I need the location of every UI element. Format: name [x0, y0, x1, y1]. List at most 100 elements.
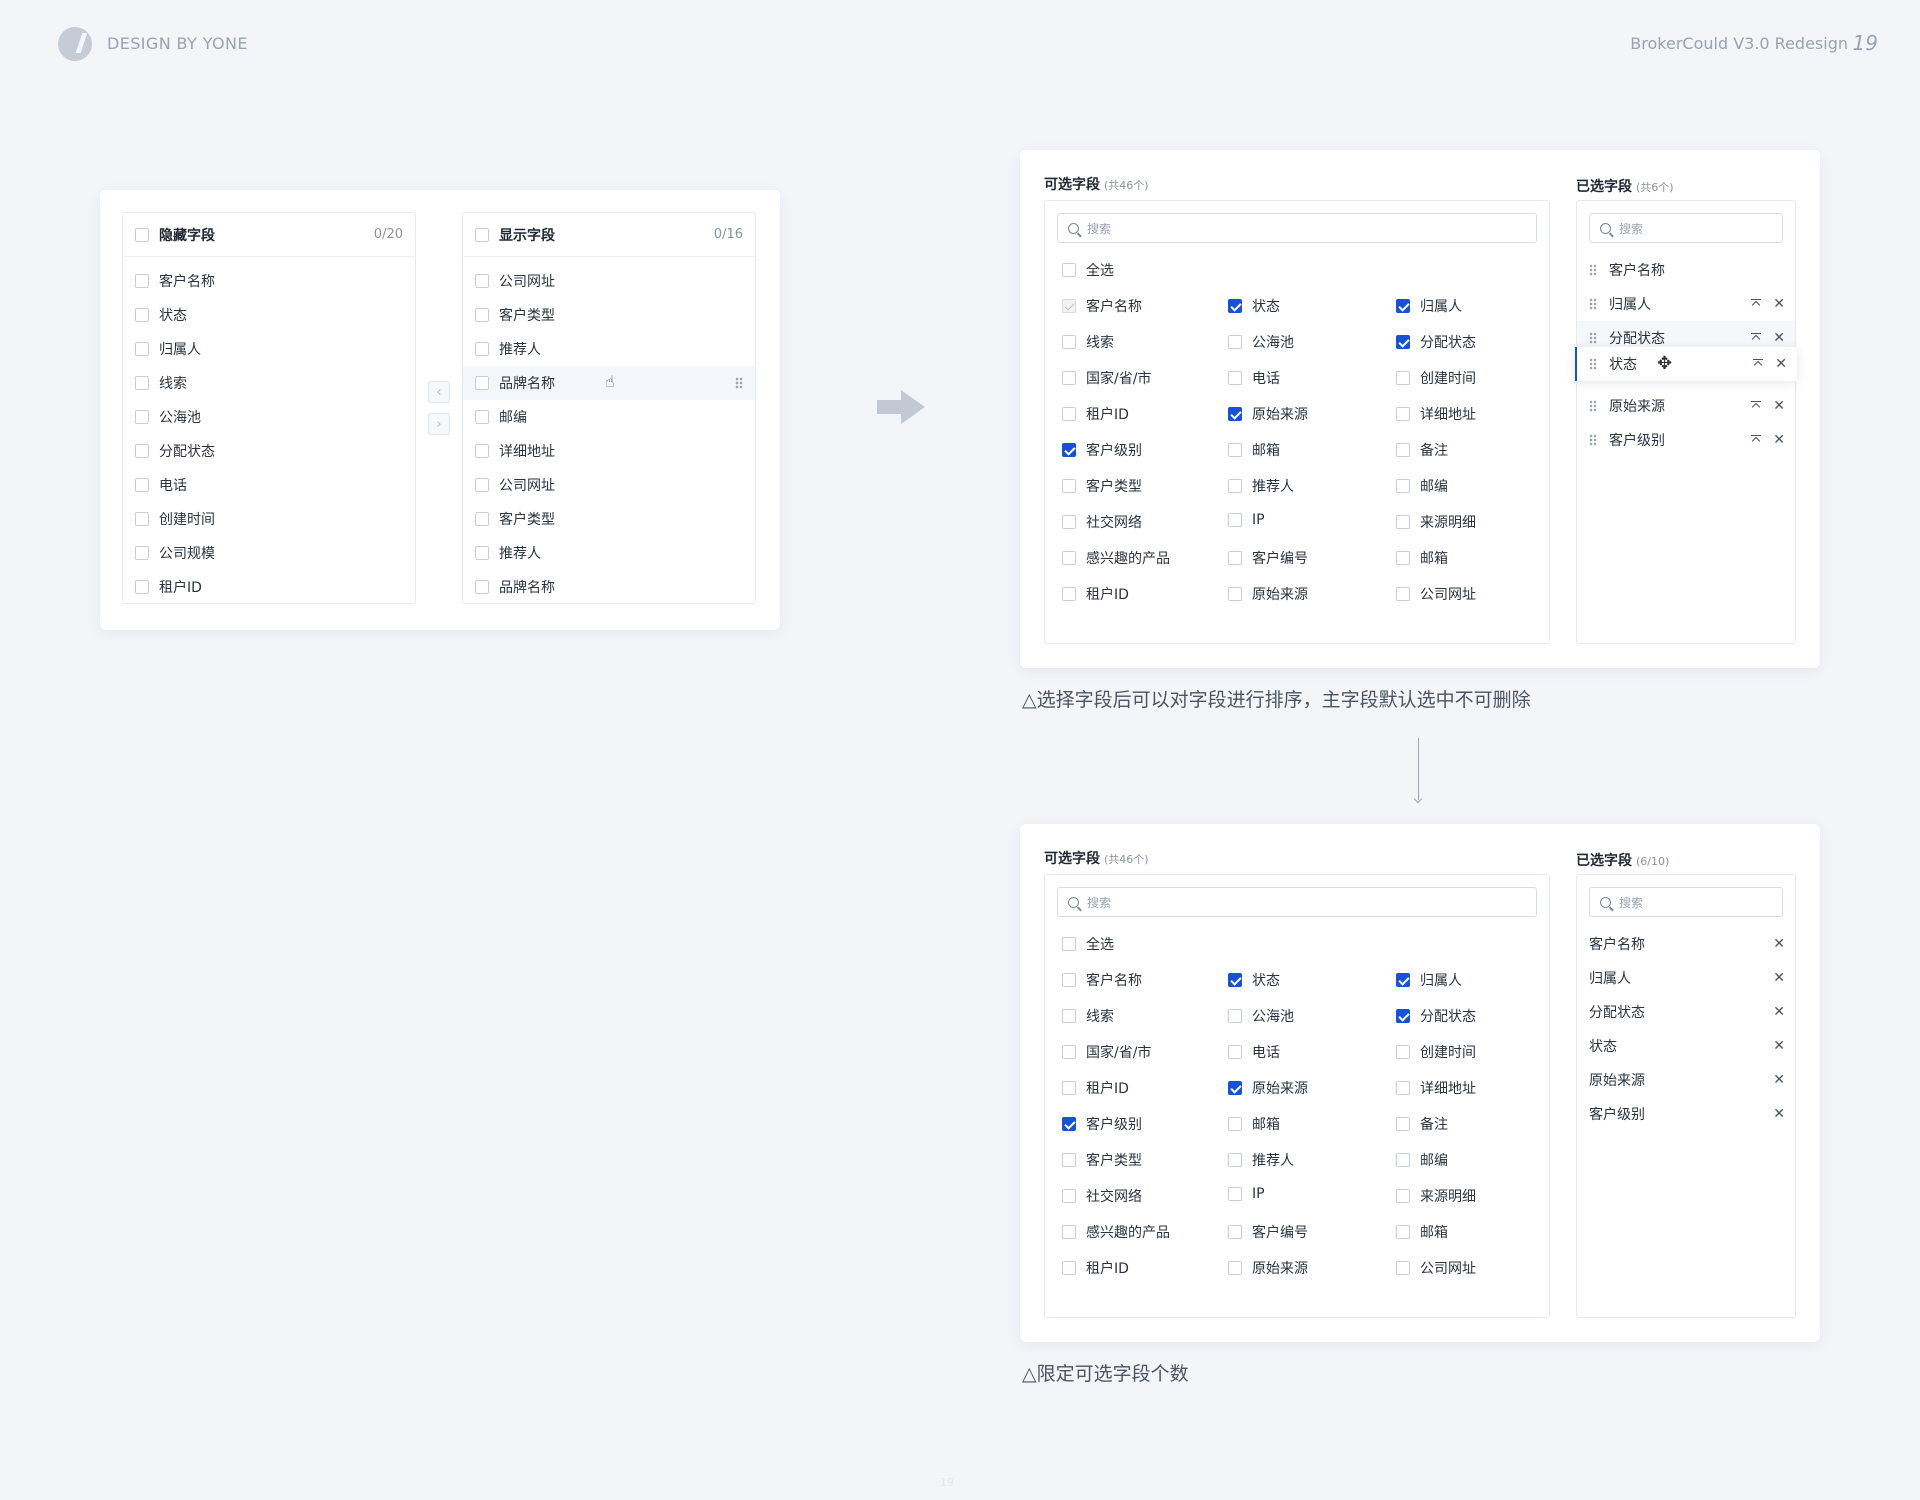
selected-field-item[interactable]: 分配状态 ✕	[1577, 995, 1795, 1029]
shown-field-item[interactable]: 品牌名称 ☝	[463, 366, 755, 400]
field-option[interactable]: 邮编	[1396, 1150, 1448, 1170]
field-option[interactable]: 电话	[1228, 368, 1280, 388]
field-option[interactable]: 分配状态	[1396, 1006, 1476, 1026]
remove-icon[interactable]: ✕	[1773, 433, 1785, 447]
field-option[interactable]: 原始来源	[1228, 1078, 1308, 1098]
field-checkbox[interactable]	[1228, 551, 1242, 565]
field-checkbox[interactable]	[1062, 1009, 1076, 1023]
drag-handle-icon[interactable]	[1589, 400, 1597, 412]
field-option[interactable]: 感兴趣的产品	[1062, 548, 1170, 568]
remove-icon[interactable]: ✕	[1773, 1039, 1785, 1053]
drag-handle-icon[interactable]	[1589, 358, 1597, 370]
selected-search-input[interactable]: 搜索	[1589, 887, 1783, 917]
select-all-checkbox[interactable]: 全选	[1062, 934, 1114, 954]
remove-icon[interactable]: ✕	[1773, 399, 1785, 413]
field-option[interactable]: 备注	[1396, 440, 1448, 460]
field-checkbox[interactable]	[1062, 335, 1076, 349]
pin-to-top-icon[interactable]	[1751, 298, 1762, 310]
remove-icon[interactable]: ✕	[1773, 1107, 1785, 1121]
field-checkbox[interactable]	[1228, 1187, 1242, 1201]
shown-field-item[interactable]: 公司网址	[463, 468, 755, 502]
hidden-field-item[interactable]: 创建时间	[123, 502, 415, 536]
move-right-button[interactable]: ›	[428, 413, 450, 435]
field-checkbox[interactable]	[1396, 973, 1410, 987]
field-checkbox[interactable]	[1062, 1117, 1076, 1131]
field-checkbox[interactable]	[475, 274, 489, 288]
field-checkbox[interactable]	[1396, 587, 1410, 601]
field-checkbox[interactable]	[1062, 551, 1076, 565]
hidden-field-item[interactable]: 状态	[123, 298, 415, 332]
field-option[interactable]: 邮箱	[1396, 1222, 1448, 1242]
field-checkbox[interactable]	[1062, 1225, 1076, 1239]
drag-handle-icon[interactable]	[1589, 332, 1597, 344]
field-checkbox[interactable]	[1062, 1261, 1076, 1275]
field-checkbox[interactable]	[1062, 587, 1076, 601]
field-checkbox[interactable]	[1228, 1045, 1242, 1059]
selected-field-item[interactable]: 状态 ✥ ✕	[1575, 347, 1797, 381]
field-option[interactable]: 邮编	[1396, 476, 1448, 496]
field-option[interactable]: 邮箱	[1396, 548, 1448, 568]
field-checkbox[interactable]	[1228, 299, 1242, 313]
field-checkbox[interactable]	[1228, 1117, 1242, 1131]
field-checkbox[interactable]	[1062, 1081, 1076, 1095]
field-option[interactable]: 详细地址	[1396, 1078, 1476, 1098]
pin-to-top-icon[interactable]	[1751, 332, 1762, 344]
drag-handle-icon[interactable]	[1589, 298, 1597, 310]
field-option[interactable]: 推荐人	[1228, 1150, 1294, 1170]
field-checkbox[interactable]	[1228, 1081, 1242, 1095]
field-checkbox[interactable]	[1062, 443, 1076, 457]
field-checkbox[interactable]	[1396, 1117, 1410, 1131]
field-option[interactable]: 来源明细	[1396, 1186, 1476, 1206]
field-option[interactable]: 创建时间	[1396, 368, 1476, 388]
field-option[interactable]: 归属人	[1396, 970, 1462, 990]
selected-field-item[interactable]: 状态 ✕	[1577, 1029, 1795, 1063]
field-checkbox[interactable]	[475, 410, 489, 424]
selected-field-item[interactable]: 归属人 ✕	[1577, 287, 1795, 321]
field-checkbox[interactable]	[1228, 407, 1242, 421]
remove-icon[interactable]: ✕	[1773, 971, 1785, 985]
shown-field-item[interactable]: 详细地址	[463, 434, 755, 468]
field-checkbox[interactable]	[1228, 587, 1242, 601]
field-checkbox[interactable]	[1396, 443, 1410, 457]
field-option[interactable]: 客户类型	[1062, 476, 1142, 496]
pin-to-top-icon[interactable]	[1751, 400, 1762, 412]
shown-fields-select-all-checkbox[interactable]	[475, 227, 489, 242]
field-checkbox[interactable]	[475, 342, 489, 356]
field-checkbox[interactable]	[1228, 1153, 1242, 1167]
hidden-field-item[interactable]: 公司规模	[123, 536, 415, 570]
field-checkbox[interactable]	[1062, 407, 1076, 421]
field-checkbox[interactable]	[475, 580, 489, 594]
field-option[interactable]: 归属人	[1396, 296, 1462, 316]
field-option[interactable]: 客户编号	[1228, 548, 1308, 568]
field-checkbox[interactable]	[1396, 407, 1410, 421]
field-option[interactable]: 备注	[1396, 1114, 1448, 1134]
field-option[interactable]: 感兴趣的产品	[1062, 1222, 1170, 1242]
field-checkbox[interactable]	[1228, 1225, 1242, 1239]
field-option[interactable]: 租户ID	[1062, 1078, 1129, 1098]
field-checkbox[interactable]	[1396, 515, 1410, 529]
field-option[interactable]: 原始来源	[1228, 404, 1308, 424]
field-option[interactable]: 客户类型	[1062, 1150, 1142, 1170]
field-option[interactable]: 来源明细	[1396, 512, 1476, 532]
field-checkbox[interactable]	[475, 444, 489, 458]
hidden-field-item[interactable]: 租户ID	[123, 570, 415, 604]
remove-icon[interactable]: ✕	[1773, 331, 1785, 345]
field-checkbox[interactable]	[135, 308, 149, 322]
field-option[interactable]: 推荐人	[1228, 476, 1294, 496]
shown-field-item[interactable]: 品牌名称	[463, 570, 755, 604]
field-checkbox[interactable]	[1396, 371, 1410, 385]
selected-field-item[interactable]: 客户级别 ✕	[1577, 423, 1795, 457]
selected-field-item[interactable]: 客户级别 ✕	[1577, 1097, 1795, 1131]
field-checkbox[interactable]	[1062, 479, 1076, 493]
field-checkbox[interactable]	[135, 546, 149, 560]
selected-search-input[interactable]: 搜索	[1589, 213, 1783, 243]
field-option[interactable]: 租户ID	[1062, 584, 1129, 604]
field-option[interactable]: 电话	[1228, 1042, 1280, 1062]
field-checkbox[interactable]	[1062, 515, 1076, 529]
field-checkbox[interactable]	[135, 512, 149, 526]
field-checkbox[interactable]	[1062, 1153, 1076, 1167]
field-checkbox[interactable]	[1396, 479, 1410, 493]
field-option[interactable]: 原始来源	[1228, 584, 1308, 604]
field-checkbox[interactable]	[1228, 973, 1242, 987]
field-option[interactable]: IP	[1228, 512, 1265, 528]
